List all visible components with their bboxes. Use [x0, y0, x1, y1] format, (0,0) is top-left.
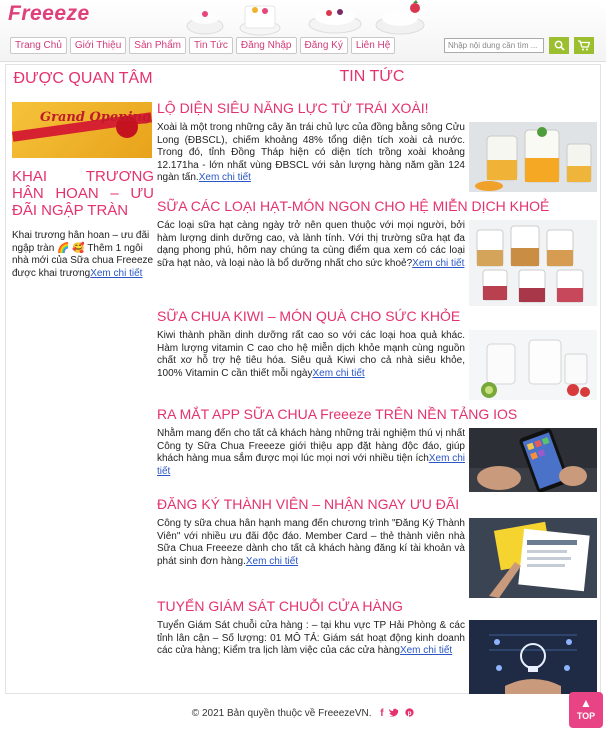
news-article: RA MẮT APP SỮA CHUA Freeeze TRÊN NỀN TẢN… — [157, 406, 597, 492]
read-more-link[interactable]: Xem chi tiết — [400, 645, 452, 656]
nut-milk-image[interactable] — [469, 220, 597, 306]
site-footer: © 2021 Bản quyền thuộc về FreeezeVN. f p — [0, 700, 606, 728]
article-excerpt: Các loại sữa hạt càng ngày trở nên quen … — [157, 220, 465, 270]
read-more-link[interactable]: Xem chi tiết — [412, 258, 464, 269]
sidebar: ĐƯỢC QUAN TÂM Grand Opening KHAI TRƯƠNG … — [12, 70, 154, 280]
news-article: SỮA CHUA KIWI – MÓN QUÀ CHO SỨC KHỎE Kiw… — [157, 308, 597, 400]
nav-home[interactable]: Trang Chủ — [10, 37, 67, 54]
search-button[interactable] — [549, 37, 569, 54]
sidebar-title: ĐƯỢC QUAN TÂM — [13, 70, 153, 87]
news-heading: TIN TỨC — [339, 68, 405, 85]
article-excerpt: Kiwi thành phần dinh dưỡng rất cao so vớ… — [157, 330, 465, 380]
article-title[interactable]: TUYỂN GIÁM SÁT CHUỖI CỬA HÀNG — [157, 598, 597, 614]
article-excerpt: Công ty sữa chua hân hạnh mang đến chươn… — [157, 518, 465, 568]
nav-login[interactable]: Đăng Nhập — [235, 37, 297, 54]
article-text: Kiwi thành phần dinh dưỡng rất cao so vớ… — [157, 330, 465, 379]
site-header: Freeeze Trang Chủ Giới Thiệu Sản Phẩm Ti… — [0, 0, 606, 62]
nav-register[interactable]: Đăng Ký — [299, 37, 348, 54]
svg-text:p: p — [408, 710, 412, 717]
social-links: f p — [377, 708, 414, 719]
sidebar-read-more-link[interactable]: Xem chi tiết — [90, 268, 142, 279]
pinterest-icon[interactable]: p — [405, 700, 414, 728]
back-to-top-button[interactable]: ▲ TOP — [569, 692, 603, 728]
news-article: SỮA CÁC LOẠI HẠT-MÓN NGON CHO HỆ MIỄN DỊ… — [157, 198, 597, 306]
recruitment-lightbulb-image[interactable] — [469, 620, 597, 694]
facebook-icon[interactable]: f — [380, 700, 383, 728]
nav-news[interactable]: Tin Tức — [188, 37, 233, 54]
read-more-link[interactable]: Xem chi tiết — [312, 368, 364, 379]
smartphone-app-image[interactable] — [469, 428, 597, 492]
read-more-link[interactable]: Xem chi tiết — [246, 556, 298, 567]
article-excerpt: Tuyển Giám Sát chuỗi cửa hàng : – tại kh… — [157, 620, 465, 658]
article-title[interactable]: LỘ DIỆN SIÊU NĂNG LỰC TỪ TRÁI XOÀI! — [157, 100, 597, 116]
read-more-link[interactable]: Xem chi tiết — [199, 172, 251, 183]
cart-icon — [578, 40, 591, 51]
article-title[interactable]: RA MẮT APP SỮA CHUA Freeeze TRÊN NỀN TẢN… — [157, 406, 597, 422]
news-article: ĐĂNG KÝ THÀNH VIÊN – NHẬN NGAY ƯU ĐÃI Cô… — [157, 496, 597, 598]
news-article: TUYỂN GIÁM SÁT CHUỖI CỬA HÀNG Tuyển Giám… — [157, 598, 597, 694]
news-section: TIN TỨC LỘ DIỆN SIÊU NĂNG LỰC TỪ TRÁI XO… — [157, 68, 597, 694]
nav-products[interactable]: Sản Phẩm — [129, 37, 186, 54]
twitter-icon[interactable] — [389, 700, 400, 728]
online-registration-image[interactable] — [469, 518, 597, 598]
grand-opening-image[interactable]: Grand Opening — [12, 102, 152, 158]
main-nav: Trang Chủ Giới Thiệu Sản Phẩm Tin Tức Đă… — [10, 37, 396, 54]
kiwi-yogurt-image[interactable] — [469, 330, 597, 400]
arrow-up-icon: ▲ — [580, 696, 592, 710]
article-title[interactable]: SỮA CHUA KIWI – MÓN QUÀ CHO SỨC KHỎE — [157, 308, 597, 324]
search-icon — [554, 40, 565, 51]
copyright-text: © 2021 Bản quyền thuộc về FreeezeVN. — [191, 708, 372, 719]
article-excerpt: Xoài là một trong những cây ăn trái chủ … — [157, 122, 465, 185]
promo-image-text: Grand Opening — [40, 110, 152, 125]
article-text: Nhằm mang đến cho tất cả khách hàng nhữn… — [157, 428, 465, 464]
search-input[interactable] — [444, 38, 544, 53]
article-text: Công ty sữa chua hân hạnh mang đến chươn… — [157, 518, 465, 567]
nav-contact[interactable]: Liên Hệ — [350, 37, 396, 54]
site-logo[interactable]: Freeeze — [8, 2, 90, 26]
cart-button[interactable] — [574, 37, 594, 54]
mango-yogurt-image[interactable] — [469, 122, 597, 192]
article-title[interactable]: ĐĂNG KÝ THÀNH VIÊN – NHẬN NGAY ƯU ĐÃI — [157, 496, 597, 512]
article-title[interactable]: SỮA CÁC LOẠI HẠT-MÓN NGON CHO HỆ MIỄN DỊ… — [157, 198, 597, 214]
sidebar-post-excerpt: Khai trương hân hoan – ưu đãi ngập tràn … — [12, 230, 154, 280]
header-banner-decoration — [186, 0, 425, 36]
article-excerpt: Nhằm mang đến cho tất cả khách hàng nhữn… — [157, 428, 465, 478]
nav-about[interactable]: Giới Thiệu — [69, 37, 127, 54]
sidebar-post-title[interactable]: KHAI TRƯƠNG HÂN HOAN – ƯU ĐÃI NGẬP TRÀN — [12, 168, 154, 219]
news-article: LỘ DIỆN SIÊU NĂNG LỰC TỪ TRÁI XOÀI! Xoài… — [157, 100, 597, 192]
back-to-top-label: TOP — [576, 711, 596, 721]
